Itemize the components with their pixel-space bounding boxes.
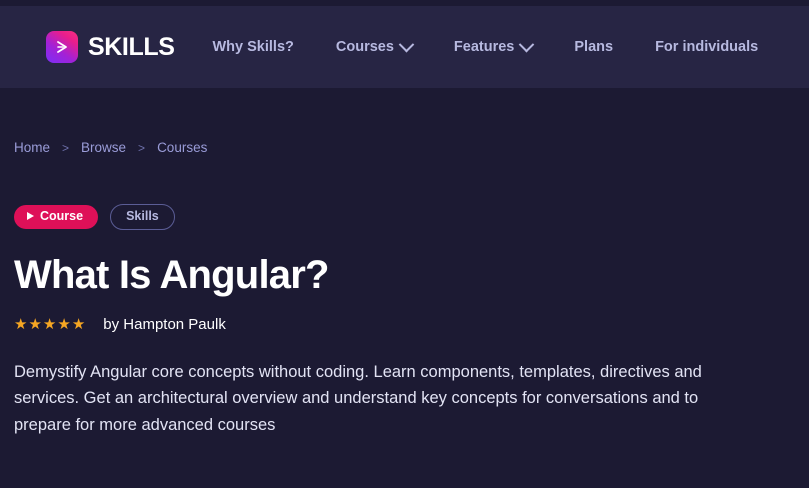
breadcrumb-item-browse[interactable]: Browse: [81, 140, 126, 155]
nav-item-label: Features: [453, 39, 515, 55]
nav-item-why-skills[interactable]: Why Skills?: [213, 33, 294, 61]
badge-group: Course Skills: [14, 204, 795, 230]
nav-item-label: Plans: [574, 39, 614, 55]
star-icon: ★: [57, 315, 71, 333]
breadcrumb-separator: >: [62, 140, 70, 155]
nav-item-for-individuals[interactable]: For individuals: [655, 33, 758, 61]
nav-item-label: Why Skills?: [212, 39, 294, 55]
breadcrumb: Home > Browse > Courses: [14, 88, 795, 155]
skills-badge[interactable]: Skills: [110, 204, 175, 230]
nav-item-plans[interactable]: Plans: [574, 33, 613, 61]
brand-logo[interactable]: SKILLS: [46, 31, 175, 63]
play-triangle-icon: [27, 212, 34, 221]
nav-item-label: Courses: [335, 39, 394, 55]
page-bottom-area: [0, 488, 809, 501]
nav-item-features[interactable]: Features: [453, 33, 535, 61]
play-chevron-icon: [46, 31, 78, 63]
breadcrumb-item-courses[interactable]: Courses: [157, 140, 207, 155]
course-badge-label: Course: [40, 209, 84, 223]
breadcrumb-item-home[interactable]: Home: [14, 140, 50, 155]
brand-name: SKILLS: [88, 32, 175, 61]
page-title: What Is Angular?: [14, 252, 329, 297]
chevron-down-icon: [519, 36, 535, 52]
nav-item-courses[interactable]: Courses: [335, 33, 415, 61]
site-header: SKILLS Why Skills? Courses Features Plan…: [0, 6, 809, 88]
course-meta: ★ ★ ★ ★ ★ by Hampton Paulk: [14, 316, 795, 333]
breadcrumb-separator: >: [138, 140, 146, 155]
chevron-down-icon: [398, 36, 415, 52]
nav-item-label: For individuals: [655, 39, 759, 55]
course-hero: Home > Browse > Courses Course Skills Wh…: [0, 88, 809, 488]
star-icon: ★: [42, 315, 57, 333]
course-type-badge[interactable]: Course: [14, 205, 99, 229]
star-icon: ★: [71, 315, 86, 333]
course-description: Demystify Angular core concepts without …: [14, 362, 702, 434]
main-nav: Why Skills? Courses Features Plans For i…: [213, 33, 758, 61]
star-icon: ★: [28, 315, 42, 333]
rating-stars: ★ ★ ★ ★ ★: [14, 317, 85, 332]
page-root: SKILLS Why Skills? Courses Features Plan…: [0, 0, 809, 501]
star-icon: ★: [14, 315, 28, 333]
course-author: by Hampton Paulk: [103, 315, 226, 333]
